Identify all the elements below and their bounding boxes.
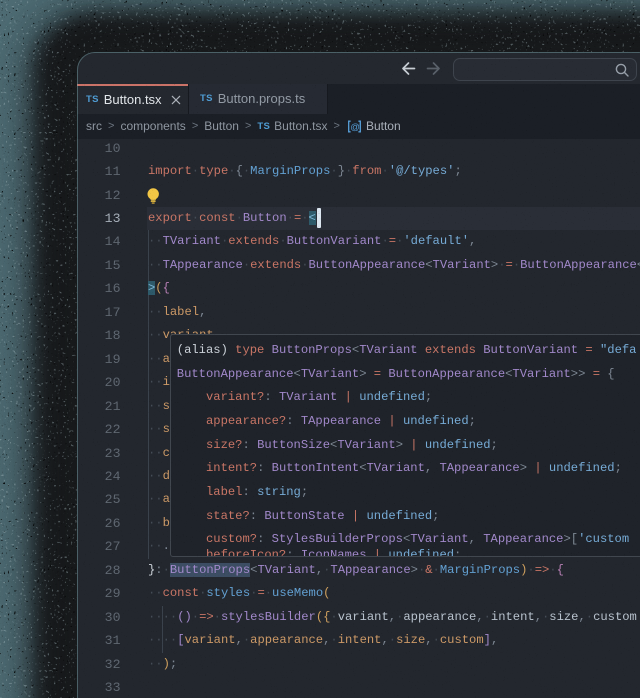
- svg-text:@: @: [350, 122, 360, 133]
